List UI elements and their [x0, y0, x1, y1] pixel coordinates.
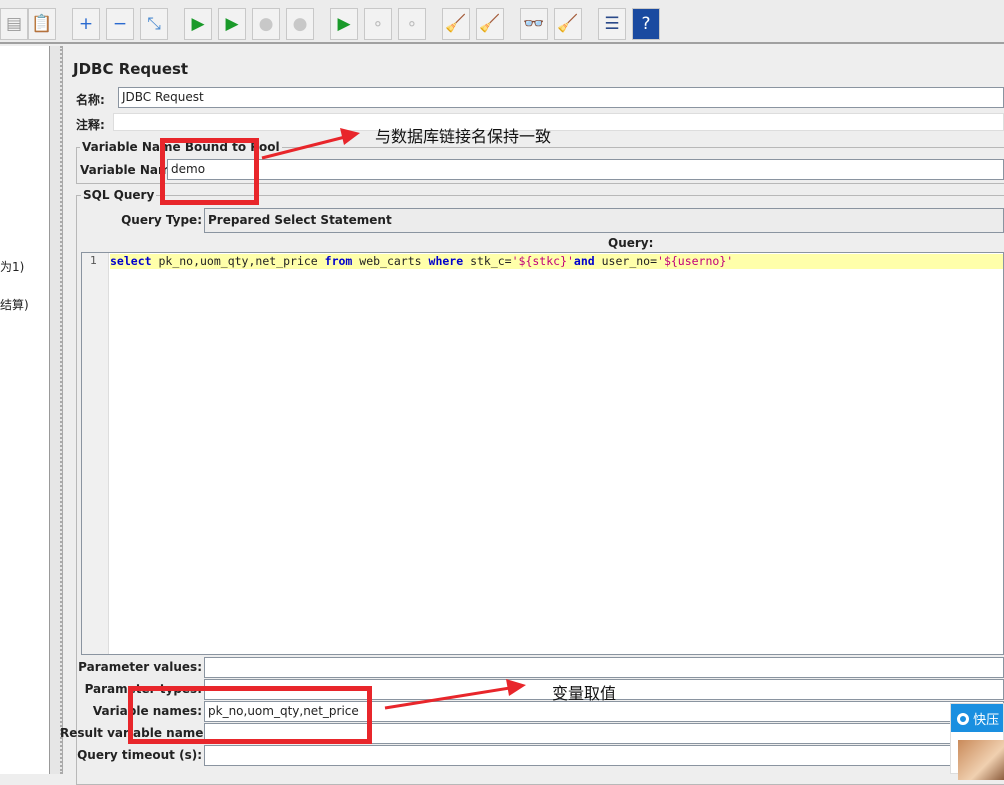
annotation-arrows [261, 128, 526, 710]
popup-widget[interactable]: 快压 [950, 703, 1004, 780]
arrow-icon [261, 128, 360, 160]
annotation-vars-note: 变量取值 [552, 684, 617, 703]
annotation-pool-note: 与数据库链接名保持一致 [375, 127, 552, 146]
popup-header: 快压 [951, 704, 1003, 732]
arrow-icon [384, 679, 526, 710]
popup-image [958, 740, 1004, 780]
popup-title: 快压 [973, 713, 1000, 728]
app-logo-icon [957, 713, 969, 725]
